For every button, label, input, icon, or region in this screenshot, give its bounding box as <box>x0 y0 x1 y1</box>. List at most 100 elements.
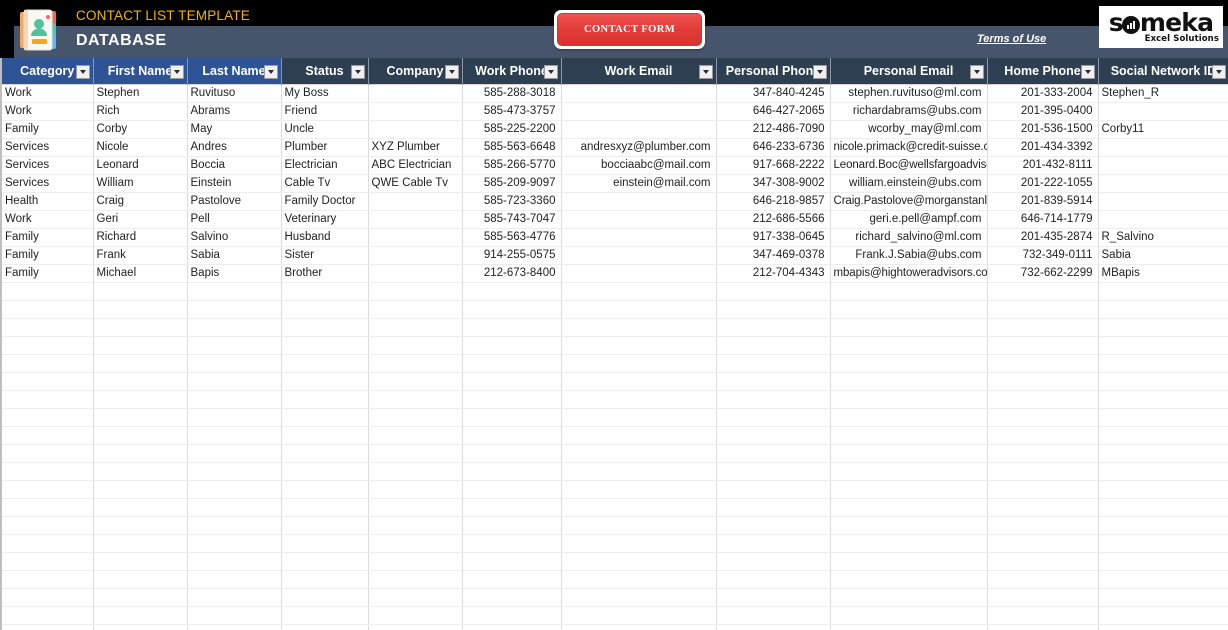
table-row[interactable]: Family Richard Salvino Husband 585-563-4776 9… <box>0 228 1228 247</box>
cell-empty[interactable] <box>716 408 831 427</box>
table-row[interactable]: Family Michael Bapis Brother 212-673-8400 212… <box>0 264 1228 283</box>
cell-category[interactable]: Family <box>0 228 94 247</box>
cell-empty[interactable] <box>830 462 988 481</box>
table-row-empty[interactable] <box>0 624 1228 630</box>
cell-last-name[interactable]: Abrams <box>187 102 282 121</box>
filter-dropdown-icon[interactable] <box>698 65 713 79</box>
cell-category[interactable]: Family <box>0 120 94 139</box>
cell-empty[interactable] <box>716 624 831 630</box>
cell-personal-email[interactable]: Frank.J.Sabia@ubs.com <box>830 246 988 265</box>
cell-personal-phone[interactable]: 646-233-6736 <box>716 138 831 157</box>
cell-work-email[interactable] <box>561 228 717 247</box>
cell-category[interactable]: Services <box>0 156 94 175</box>
cell-work-email[interactable] <box>561 264 717 283</box>
terms-of-use-link[interactable]: Terms of Use <box>977 33 1046 45</box>
cell-empty[interactable] <box>0 624 94 630</box>
cell-personal-email[interactable]: Leonard.Boc@wellsfargoadvisors.com <box>830 156 988 175</box>
cell-empty[interactable] <box>462 408 562 427</box>
cell-personal-phone[interactable]: 917-668-2222 <box>716 156 831 175</box>
cell-empty[interactable] <box>987 516 1099 535</box>
cell-personal-email[interactable]: richardabrams@ubs.com <box>830 102 988 121</box>
cell-empty[interactable] <box>187 426 282 445</box>
table-row-empty[interactable] <box>0 354 1228 373</box>
cell-home-phone[interactable]: 732-349-0111 <box>987 246 1099 265</box>
cell-empty[interactable] <box>93 390 188 409</box>
cell-empty[interactable] <box>187 354 282 373</box>
cell-status[interactable]: Plumber <box>281 138 369 157</box>
cell-work-phone[interactable]: 585-209-9097 <box>462 174 562 193</box>
cell-personal-email[interactable]: Craig.Pastolove@morganstanley.com <box>830 192 988 211</box>
cell-empty[interactable] <box>462 570 562 589</box>
cell-empty[interactable] <box>93 462 188 481</box>
cell-empty[interactable] <box>0 462 94 481</box>
cell-empty[interactable] <box>187 390 282 409</box>
cell-personal-email[interactable]: william.einstein@ubs.com <box>830 174 988 193</box>
cell-work-phone[interactable]: 914-255-0575 <box>462 246 562 265</box>
cell-empty[interactable] <box>462 480 562 499</box>
cell-personal-email[interactable]: stephen.ruvituso@ml.com <box>830 84 988 103</box>
spreadsheet-area[interactable]: Category First Name Last Name Status Company… <box>0 58 1228 630</box>
cell-empty[interactable] <box>368 426 463 445</box>
cell-work-phone[interactable]: 585-723-3360 <box>462 192 562 211</box>
filter-dropdown-icon[interactable] <box>1211 65 1226 79</box>
table-row-empty[interactable] <box>0 444 1228 463</box>
cell-empty[interactable] <box>716 498 831 517</box>
cell-empty[interactable] <box>1098 372 1228 391</box>
cell-empty[interactable] <box>93 300 188 319</box>
cell-empty[interactable] <box>462 462 562 481</box>
cell-empty[interactable] <box>1098 390 1228 409</box>
column-header-personal-phone[interactable]: Personal Phone <box>716 58 831 85</box>
cell-empty[interactable] <box>1098 588 1228 607</box>
cell-last-name[interactable]: Bapis <box>187 264 282 283</box>
cell-status[interactable]: Veterinary <box>281 210 369 229</box>
cell-home-phone[interactable]: 201-222-1055 <box>987 174 1099 193</box>
cell-empty[interactable] <box>830 372 988 391</box>
cell-category[interactable]: Work <box>0 210 94 229</box>
cell-empty[interactable] <box>93 354 188 373</box>
cell-company[interactable]: XYZ Plumber <box>368 138 463 157</box>
cell-personal-phone[interactable]: 646-427-2065 <box>716 102 831 121</box>
cell-empty[interactable] <box>716 588 831 607</box>
cell-empty[interactable] <box>281 372 369 391</box>
cell-empty[interactable] <box>93 498 188 517</box>
cell-empty[interactable] <box>281 498 369 517</box>
cell-empty[interactable] <box>716 372 831 391</box>
cell-empty[interactable] <box>462 552 562 571</box>
cell-last-name[interactable]: May <box>187 120 282 139</box>
table-row[interactable]: Family Corby May Uncle 585-225-2200 212-486-7… <box>0 120 1228 139</box>
cell-empty[interactable] <box>462 516 562 535</box>
table-row-empty[interactable] <box>0 516 1228 535</box>
table-row-empty[interactable] <box>0 300 1228 319</box>
cell-social-id[interactable] <box>1098 192 1228 211</box>
cell-category[interactable]: Work <box>0 102 94 121</box>
cell-status[interactable]: Husband <box>281 228 369 247</box>
cell-empty[interactable] <box>368 444 463 463</box>
cell-first-name[interactable]: Nicole <box>93 138 188 157</box>
cell-last-name[interactable]: Pastolove <box>187 192 282 211</box>
cell-empty[interactable] <box>987 534 1099 553</box>
table-row-empty[interactable] <box>0 534 1228 553</box>
cell-work-phone[interactable]: 585-225-2200 <box>462 120 562 139</box>
filter-dropdown-icon[interactable] <box>543 65 558 79</box>
cell-empty[interactable] <box>187 516 282 535</box>
cell-empty[interactable] <box>987 408 1099 427</box>
cell-empty[interactable] <box>462 444 562 463</box>
cell-empty[interactable] <box>1098 318 1228 337</box>
cell-empty[interactable] <box>187 444 282 463</box>
table-row-empty[interactable] <box>0 372 1228 391</box>
cell-empty[interactable] <box>93 444 188 463</box>
cell-empty[interactable] <box>187 408 282 427</box>
cell-empty[interactable] <box>830 552 988 571</box>
cell-social-id[interactable]: Sabia <box>1098 246 1228 265</box>
cell-empty[interactable] <box>561 390 717 409</box>
cell-empty[interactable] <box>368 588 463 607</box>
cell-home-phone[interactable]: 732-662-2299 <box>987 264 1099 283</box>
cell-empty[interactable] <box>1098 444 1228 463</box>
cell-category[interactable]: Family <box>0 264 94 283</box>
cell-empty[interactable] <box>1098 462 1228 481</box>
cell-empty[interactable] <box>187 480 282 499</box>
cell-empty[interactable] <box>716 606 831 625</box>
cell-empty[interactable] <box>93 480 188 499</box>
cell-first-name[interactable]: Frank <box>93 246 188 265</box>
column-header-home-phone[interactable]: Home Phone <box>987 58 1099 85</box>
